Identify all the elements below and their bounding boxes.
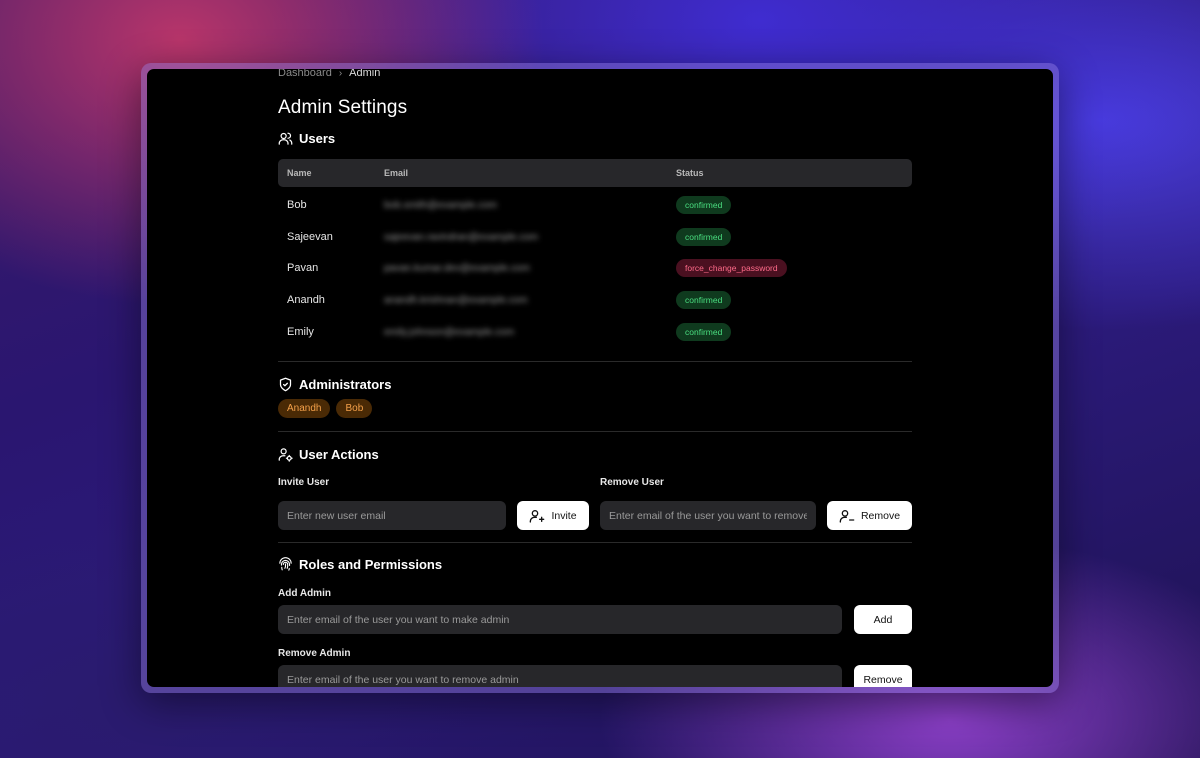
- status-badge: confirmed: [676, 290, 732, 309]
- user-email: pavan.kumar.dev@example.com: [384, 263, 530, 275]
- users-section-label: Users: [299, 131, 336, 146]
- admin-list: Anandh Bob: [278, 399, 373, 418]
- user-email: emily.johnson@example.com: [384, 326, 515, 338]
- column-header-name: Name: [287, 168, 312, 178]
- remove-user-email-input[interactable]: [600, 501, 816, 530]
- remove-admin-email-input[interactable]: [278, 665, 842, 687]
- remove-admin-button[interactable]: Remove: [854, 665, 912, 687]
- remove-user-button[interactable]: Remove: [827, 501, 912, 530]
- shield-icon: [279, 377, 292, 392]
- column-header-status: Status: [676, 168, 704, 178]
- table-row[interactable]: Bob bob.smith@example.com confirmed: [278, 189, 912, 221]
- divider: [278, 431, 912, 432]
- users-table: Name Email Status Bob bob.smith@example.…: [278, 159, 912, 347]
- page-title: Admin Settings: [278, 97, 408, 118]
- invite-button[interactable]: Invite: [517, 501, 589, 530]
- status-badge: confirmed: [676, 322, 732, 341]
- administrators-section-title: Administrators: [278, 377, 391, 392]
- users-table-header: Name Email Status: [278, 159, 912, 187]
- user-name: Emily: [287, 325, 314, 338]
- status-badge: confirmed: [676, 195, 732, 214]
- user-name: Sajeevan: [287, 230, 333, 243]
- remove-admin-label: Remove Admin: [278, 648, 351, 659]
- invite-button-label: Invite: [551, 509, 577, 522]
- add-admin-email-input[interactable]: [278, 605, 842, 634]
- user-email: bob.smith@example.com: [384, 199, 497, 211]
- user-plus-icon: [530, 509, 545, 523]
- remove-user-button-label: Remove: [860, 509, 901, 522]
- divider: [278, 361, 912, 362]
- fingerprint-icon: [279, 557, 292, 571]
- add-admin-label: Add Admin: [278, 588, 331, 599]
- users-icon: [278, 132, 293, 145]
- breadcrumb-dashboard-link[interactable]: Dashboard: [278, 69, 332, 79]
- roles-section-title: Roles and Permissions: [278, 557, 442, 572]
- chevron-right-icon: ›: [338, 69, 343, 79]
- user-name: Bob: [287, 198, 307, 211]
- user-email: sajeevan.ravindran@example.com: [384, 231, 539, 243]
- app-window: Dashboard › Admin Admin Settings Users N…: [147, 69, 1053, 687]
- remove-user-label: Remove User: [600, 477, 664, 488]
- status-badge: confirmed: [676, 227, 732, 246]
- table-row[interactable]: Emily emily.johnson@example.com confirme…: [278, 316, 912, 348]
- admin-chip: Anandh: [278, 399, 331, 418]
- table-row[interactable]: Pavan pavan.kumar.dev@example.com force_…: [278, 252, 912, 284]
- user-actions-section-title: User Actions: [278, 447, 379, 462]
- user-name: Pavan: [287, 262, 319, 275]
- window-frame: Dashboard › Admin Admin Settings Users N…: [141, 63, 1059, 693]
- admin-chip: Bob: [336, 399, 373, 418]
- status-badge: force_change_password: [676, 259, 787, 278]
- administrators-section-label: Administrators: [299, 377, 392, 392]
- users-section-title: Users: [278, 131, 335, 146]
- column-header-email: Email: [384, 168, 409, 178]
- user-actions-section-label: User Actions: [299, 447, 379, 462]
- add-admin-button[interactable]: Add: [854, 605, 912, 634]
- divider: [278, 542, 912, 543]
- user-name: Anandh: [287, 293, 325, 306]
- user-email: anandh.krishnan@example.com: [384, 294, 528, 306]
- roles-section-label: Roles and Permissions: [299, 557, 443, 572]
- table-row[interactable]: Anandh anandh.krishnan@example.com confi…: [278, 284, 912, 316]
- user-cog-icon: [278, 448, 293, 462]
- user-minus-icon: [839, 509, 855, 523]
- breadcrumb-admin: Admin: [349, 69, 381, 79]
- breadcrumb: Dashboard › Admin: [278, 69, 380, 79]
- invite-email-input[interactable]: [278, 501, 506, 530]
- invite-user-label: Invite User: [278, 477, 330, 488]
- table-row[interactable]: Sajeevan sajeevan.ravindran@example.com …: [278, 221, 912, 253]
